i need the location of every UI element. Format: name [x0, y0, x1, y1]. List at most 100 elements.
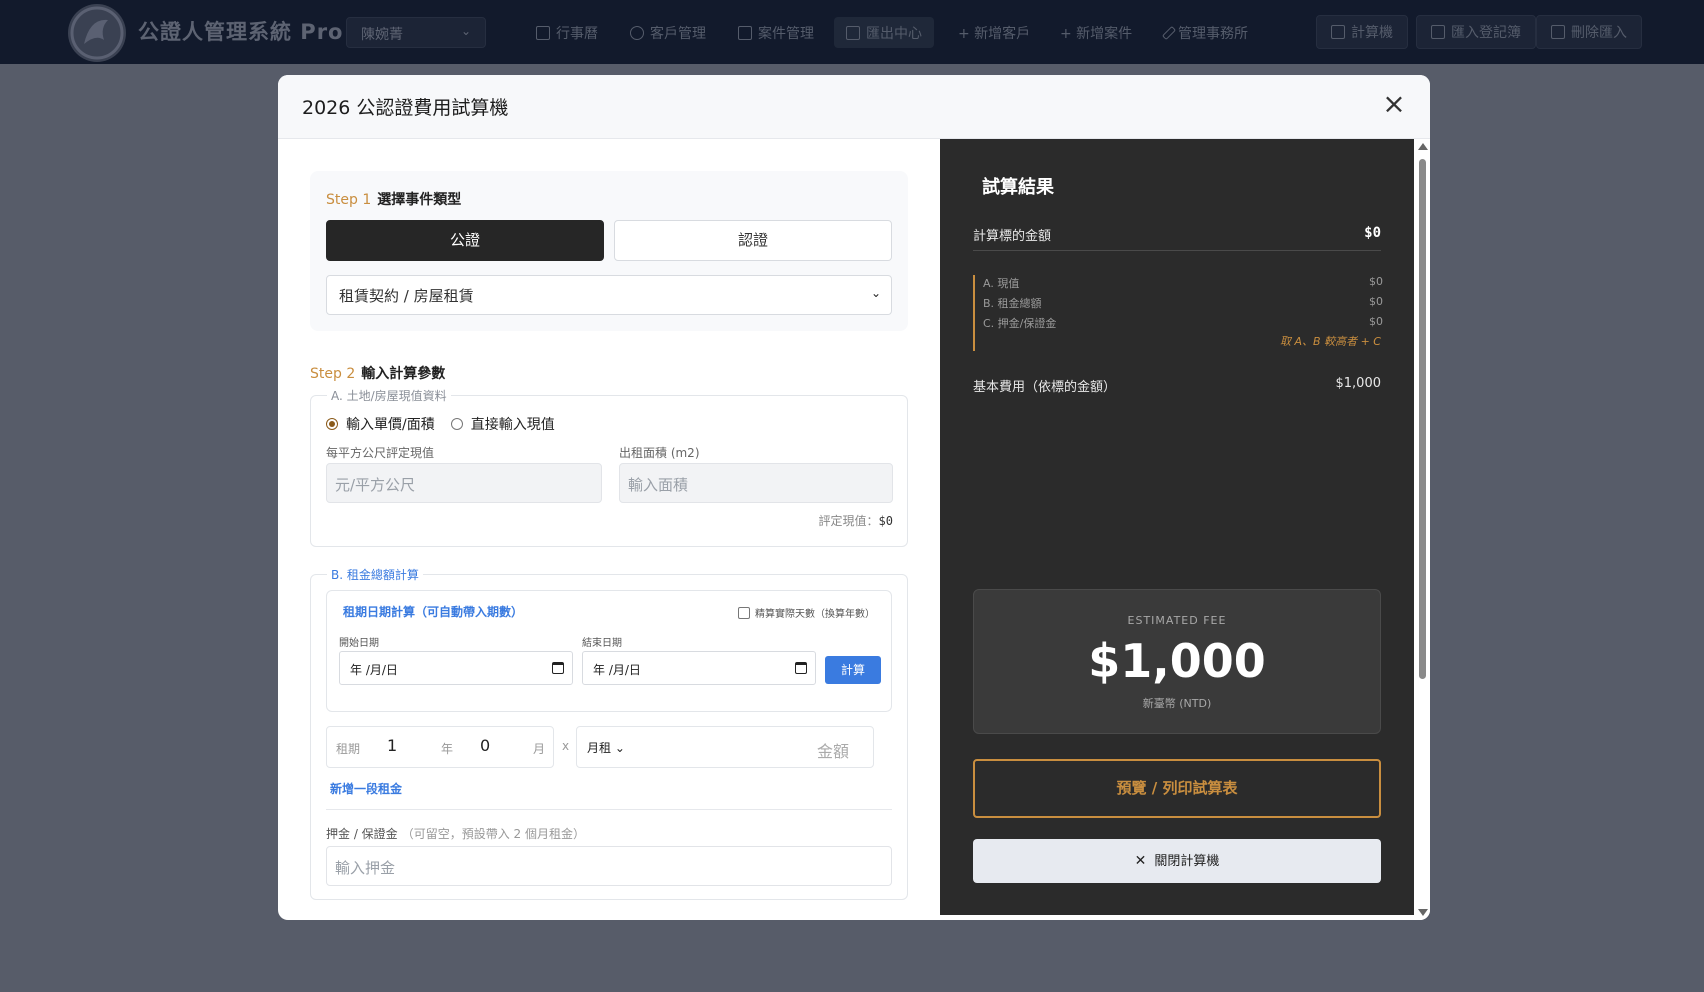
month-unit: 月 [533, 742, 546, 756]
brand-title: 公證人管理系統 Pro [138, 20, 344, 44]
radio-unit-area[interactable] [326, 418, 338, 430]
months-input[interactable]: 0 [480, 736, 490, 755]
start-date-label: 開始日期 [339, 638, 379, 649]
chevron-down-icon: ⌄ [460, 24, 471, 38]
rent-amount-input[interactable]: 金額 [817, 738, 849, 762]
nav-item-add-case[interactable]: + 新增案件 [1060, 19, 1132, 47]
radio-unit-area-label: 輸入單價/面積 [346, 417, 435, 433]
users-icon [630, 26, 644, 40]
end-date-input[interactable]: 年 /月/日 [582, 651, 816, 685]
amount-breakdown: A. 現值 $0 B. 租金總額 $0 C. 押金/保證金 $0 取 A、B 較… [973, 275, 1383, 351]
deposit-input[interactable]: 輸入押金 [326, 846, 892, 886]
base-fee-value: $1,000 [1335, 376, 1382, 391]
tab-certification[interactable]: 認證 [614, 220, 892, 261]
scroll-down-arrow[interactable] [1418, 909, 1428, 916]
print-preview-button[interactable]: 預覽 / 列印試算表 [973, 759, 1381, 818]
delete-import-button-label: 刪除匯入 [1571, 25, 1627, 41]
import-register-button[interactable]: 匯入登記簿 [1416, 15, 1536, 49]
nav-item-label: + 新增案件 [1060, 26, 1133, 42]
assessed-value-label: 評定現值： [818, 514, 879, 528]
nav-item-add-client[interactable]: + 新增客戶 [958, 19, 1030, 47]
target-amount-row: 計算標的金額 $0 [973, 225, 1381, 251]
close-calculator-label: 關閉計算機 [1154, 854, 1220, 869]
table-icon [1431, 25, 1445, 39]
nav-item-export[interactable]: 匯出中心 [834, 17, 934, 48]
step1-title: 選擇事件類型 [377, 192, 462, 208]
start-date-placeholder: 年 /月/日 [350, 663, 398, 677]
step2-label: Step 2 輸入計算參數 [310, 363, 445, 383]
calendar-icon[interactable] [795, 662, 807, 674]
breakdown-value: $0 [1369, 275, 1383, 288]
exact-days-option[interactable]: 精算實際天數（換算年數） [738, 605, 875, 620]
close-icon: ✕ [1134, 853, 1147, 869]
estimated-fee-amount: $1,000 [1088, 634, 1266, 688]
target-amount-value: $0 [1364, 225, 1381, 241]
trash-icon [1551, 25, 1565, 39]
add-rent-segment-link[interactable]: 新增一段租金 [330, 780, 402, 797]
rent-segment-row: 租期 1 年 0 月 x 月租 ⌄ 金額 [326, 726, 874, 768]
section-b-fieldset: B. 租金總額計算 租期日期計算（可自動帶入期數） 精算實際天數（換算年數） 開… [310, 566, 908, 900]
calculator-button[interactable]: 計算機 [1316, 15, 1408, 49]
user-select[interactable]: 陳婉菁 ⌄ [346, 17, 486, 48]
assessed-value: $0 [878, 514, 893, 528]
unit-price-label: 每平方公尺評定現值 [326, 446, 435, 460]
deposit-label: 押金 / 保證金 （可留空，預設帶入 2 個月租金） [326, 825, 585, 842]
target-amount-label: 計算標的金額 [973, 229, 1052, 244]
step1-card: Step 1 選擇事件類型 公證 認證 租賃契約 / 房屋租賃 ⌄ [310, 171, 908, 331]
modal-title: 2026 公認證費用試算機 [302, 97, 509, 119]
result-title: 試算結果 [982, 177, 1054, 198]
breakdown-row-current-value: A. 現值 $0 [983, 275, 1383, 291]
estimated-fee-currency: 新臺幣 (NTD) [1142, 697, 1212, 710]
nav-item-clients[interactable]: 客戶管理 [630, 19, 706, 47]
nav-item-manage-office[interactable]: 管理事務所 [1161, 19, 1248, 47]
import-register-button-label: 匯入登記簿 [1451, 25, 1521, 41]
close-icon[interactable]: × [1378, 89, 1410, 121]
section-b-legend: B. 租金總額計算 [327, 566, 423, 583]
breakdown-label: B. 租金總額 [983, 297, 1042, 310]
exact-days-label: 精算實際天數（換算年數） [755, 609, 875, 620]
nav-item-calendar[interactable]: 行事曆 [536, 19, 598, 47]
rent-amount-box: 月租 ⌄ 金額 [576, 726, 874, 768]
tab-notarization[interactable]: 公證 [326, 220, 604, 261]
result-panel: 試算結果 計算標的金額 $0 A. 現值 $0 B. 租金總額 $0 C. 押金… [940, 139, 1414, 915]
rent-mode-select[interactable]: 月租 ⌄ [587, 739, 625, 756]
scroll-up-arrow[interactable] [1418, 143, 1428, 150]
calculator-form: Step 1 選擇事件類型 公證 認證 租賃契約 / 房屋租賃 ⌄ Step 2 輸… [278, 139, 940, 920]
event-type-select[interactable]: 租賃契約 / 房屋租賃 ⌄ [326, 275, 892, 315]
modal-scrollbar[interactable] [1414, 139, 1430, 920]
radio-direct-value[interactable] [450, 418, 463, 430]
user-select-value: 陳婉菁 [361, 27, 403, 43]
delete-import-button[interactable]: 刪除匯入 [1536, 15, 1642, 49]
calendar-icon[interactable] [552, 662, 564, 674]
nav-item-label: 管理事務所 [1178, 26, 1248, 42]
section-a-legend: A. 土地/房屋現值資料 [327, 387, 451, 404]
section-a-fieldset: A. 土地/房屋現值資料 輸入單價/面積 直接輸入現值 每平方公尺評定現值 元/… [310, 387, 908, 547]
step1-label: Step 1 選擇事件類型 [326, 189, 461, 209]
radio-direct-value-label: 直接輸入現值 [470, 417, 555, 433]
modal-header: 2026 公認證費用試算機 × [278, 75, 1430, 139]
step2-number: Step 2 [310, 366, 356, 382]
nav-item-cases[interactable]: 案件管理 [738, 19, 814, 47]
pen-icon [1161, 25, 1177, 41]
exact-days-checkbox[interactable] [738, 606, 750, 619]
scroll-thumb[interactable] [1419, 159, 1426, 679]
close-calculator-button[interactable]: ✕ 關閉計算機 [973, 839, 1381, 883]
value-mode-radios: 輸入單價/面積 直接輸入現值 [326, 414, 555, 434]
nav-item-label: 客戶管理 [650, 26, 706, 42]
years-input[interactable]: 1 [387, 736, 397, 755]
nav-item-label: + 新增客戶 [958, 26, 1031, 42]
file-search-icon [738, 26, 752, 40]
download-icon [846, 25, 860, 40]
top-navbar: 公證人管理系統 Pro 陳婉菁 ⌄ 行事曆 客戶管理 案件管理 匯出中心 + 新… [0, 0, 1704, 64]
assessed-value-note: 評定現值：$0 [819, 512, 893, 529]
calculator-icon [1331, 25, 1345, 39]
area-input[interactable]: 輸入面積 [619, 463, 893, 503]
start-date-input[interactable]: 年 /月/日 [339, 651, 573, 685]
breakdown-label: C. 押金/保證金 [983, 317, 1057, 330]
step1-number: Step 1 [326, 192, 372, 208]
nav-item-label: 匯出中心 [866, 25, 922, 42]
unit-price-input[interactable]: 元/平方公尺 [326, 463, 602, 503]
lease-date-title: 租期日期計算（可自動帶入期數） [343, 605, 524, 619]
step2-title: 輸入計算參數 [361, 366, 446, 382]
calculate-period-button[interactable]: 計算 [825, 656, 881, 684]
